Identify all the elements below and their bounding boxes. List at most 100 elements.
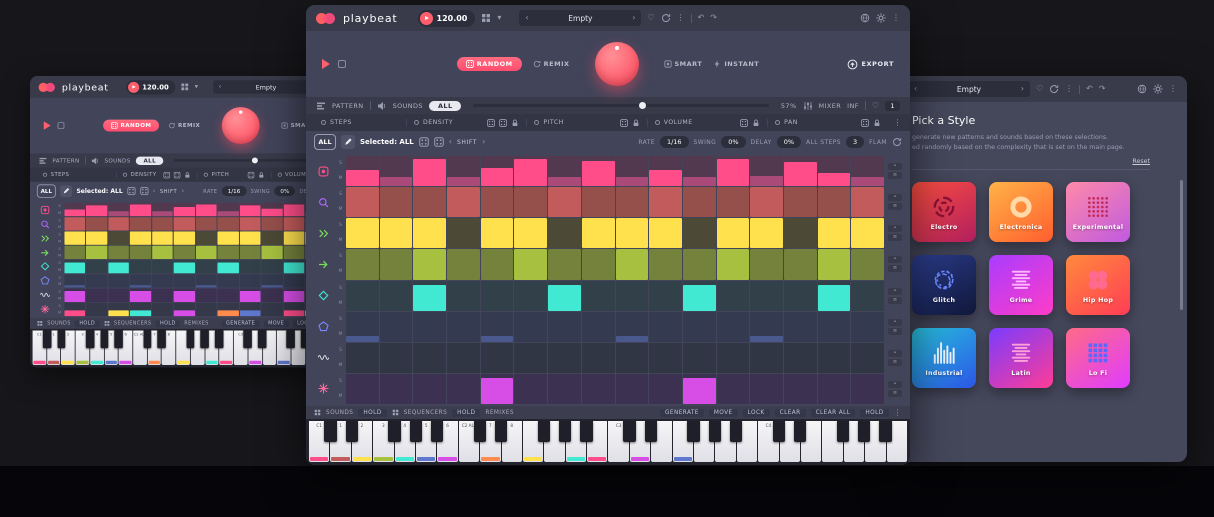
step-cell[interactable]: [683, 156, 716, 186]
black-key[interactable]: [86, 331, 94, 349]
mute-button[interactable]: M: [58, 282, 61, 286]
step-cell[interactable]: [262, 203, 283, 216]
row-toggle-button[interactable]: •: [888, 256, 902, 263]
step-cell[interactable]: [582, 312, 615, 342]
step-cell[interactable]: [616, 249, 649, 279]
complexity-knob[interactable]: [222, 107, 260, 144]
step-cell[interactable]: [108, 246, 129, 259]
preset-next-icon[interactable]: ›: [632, 14, 635, 22]
generate-button[interactable]: GENERATE: [660, 409, 704, 417]
solo-button[interactable]: S: [339, 192, 342, 197]
step-cell[interactable]: [346, 156, 379, 186]
step-cell[interactable]: [717, 281, 750, 311]
row-toggle-button[interactable]: •: [888, 163, 902, 170]
step-cell[interactable]: [218, 289, 239, 302]
step-cell[interactable]: [346, 218, 379, 248]
solo-button[interactable]: S: [339, 223, 342, 228]
sounds-hold-button[interactable]: HOLD: [358, 409, 386, 417]
row-toggle-button[interactable]: •: [888, 350, 902, 357]
row-menu-button[interactable]: ≡: [888, 234, 902, 241]
step-cell[interactable]: [447, 343, 480, 373]
step-cell[interactable]: [413, 281, 446, 311]
step-cell[interactable]: [582, 281, 615, 311]
step-cell[interactable]: [413, 343, 446, 373]
step-cell[interactable]: [717, 374, 750, 404]
sequencers-hold-button[interactable]: HOLD: [452, 409, 480, 417]
step-cell[interactable]: [447, 156, 480, 186]
step-cell[interactable]: [649, 156, 682, 186]
style-tile-experimental[interactable]: Experimental: [1066, 182, 1130, 242]
step-cell[interactable]: [196, 231, 217, 244]
channel-2-magnifier-icon[interactable]: [35, 217, 54, 231]
step-cell[interactable]: [481, 187, 514, 217]
step-cell[interactable]: [86, 246, 107, 259]
row-toggle-button[interactable]: •: [888, 319, 902, 326]
refresh-icon[interactable]: [892, 137, 902, 147]
step-cell[interactable]: [218, 260, 239, 273]
style-tile-lo-fi[interactable]: Lo Fi: [1066, 328, 1130, 388]
step-cell[interactable]: [240, 231, 261, 244]
step-cell[interactable]: [683, 281, 716, 311]
step-cell[interactable]: [784, 156, 817, 186]
step-cell[interactable]: [64, 231, 85, 244]
step-cell[interactable]: [649, 343, 682, 373]
step-cell[interactable]: [750, 343, 783, 373]
step-cell[interactable]: [64, 217, 85, 230]
pattern-number[interactable]: 1: [885, 101, 900, 111]
step-cell[interactable]: [514, 218, 547, 248]
preset-menu-icon[interactable]: ⋮: [1065, 85, 1073, 93]
step-cell[interactable]: [784, 312, 817, 342]
step-cell[interactable]: [784, 281, 817, 311]
complexity-knob[interactable]: [595, 42, 639, 86]
step-cell[interactable]: [108, 231, 129, 244]
step-cell[interactable]: [152, 260, 173, 273]
settings-icon[interactable]: [876, 13, 886, 23]
preset-next-icon[interactable]: ›: [1021, 85, 1024, 93]
all-steps-value[interactable]: 3: [846, 136, 864, 148]
random-button[interactable]: RANDOM: [103, 120, 159, 132]
pan-dot-icon[interactable]: [775, 120, 780, 125]
dice-icon[interactable]: [419, 137, 429, 147]
step-cell[interactable]: [240, 274, 261, 287]
black-key[interactable]: [709, 421, 721, 442]
sounds-hold-button[interactable]: HOLD: [75, 320, 99, 327]
step-cell[interactable]: [851, 343, 884, 373]
step-cell[interactable]: [750, 156, 783, 186]
clear-button[interactable]: CLEAR: [775, 409, 806, 417]
step-cell[interactable]: [683, 218, 716, 248]
channel-4-arrow-icon[interactable]: [35, 245, 54, 259]
step-cell[interactable]: [262, 231, 283, 244]
preset-menu-icon[interactable]: ⋮: [677, 14, 685, 22]
step-cell[interactable]: [413, 374, 446, 404]
remix-button[interactable]: REMIX: [533, 60, 570, 68]
channel-8-snowflake-icon[interactable]: [35, 302, 54, 316]
step-cell[interactable]: [196, 217, 217, 230]
pitch-dot-icon[interactable]: [534, 120, 539, 125]
step-cell[interactable]: [108, 217, 129, 230]
step-cell[interactable]: [86, 289, 107, 302]
settings-icon[interactable]: [1153, 84, 1163, 94]
step-cell[interactable]: [683, 249, 716, 279]
step-cell[interactable]: [380, 343, 413, 373]
mute-button[interactable]: M: [58, 239, 61, 243]
step-cell[interactable]: [514, 374, 547, 404]
step-cell[interactable]: [218, 274, 239, 287]
step-cell[interactable]: [818, 281, 851, 311]
step-cell[interactable]: [240, 246, 261, 259]
mute-button[interactable]: M: [339, 269, 343, 274]
mute-button[interactable]: M: [58, 211, 61, 215]
tempo-control[interactable]: 120.00: [126, 80, 176, 94]
black-key[interactable]: [100, 331, 108, 349]
step-cell[interactable]: [284, 246, 305, 259]
channel-7-wave-icon[interactable]: [312, 342, 334, 373]
step-cell[interactable]: [240, 303, 261, 316]
params-menu-icon[interactable]: ⋮: [894, 119, 903, 127]
step-cell[interactable]: [413, 249, 446, 279]
redo-icon[interactable]: ↷: [1099, 85, 1106, 93]
step-cell[interactable]: [240, 260, 261, 273]
preset-name[interactable]: Empty: [957, 85, 981, 94]
dice-icon[interactable]: [499, 119, 507, 127]
step-cell[interactable]: [108, 203, 129, 216]
black-key[interactable]: [410, 421, 422, 442]
step-cell[interactable]: [548, 374, 581, 404]
